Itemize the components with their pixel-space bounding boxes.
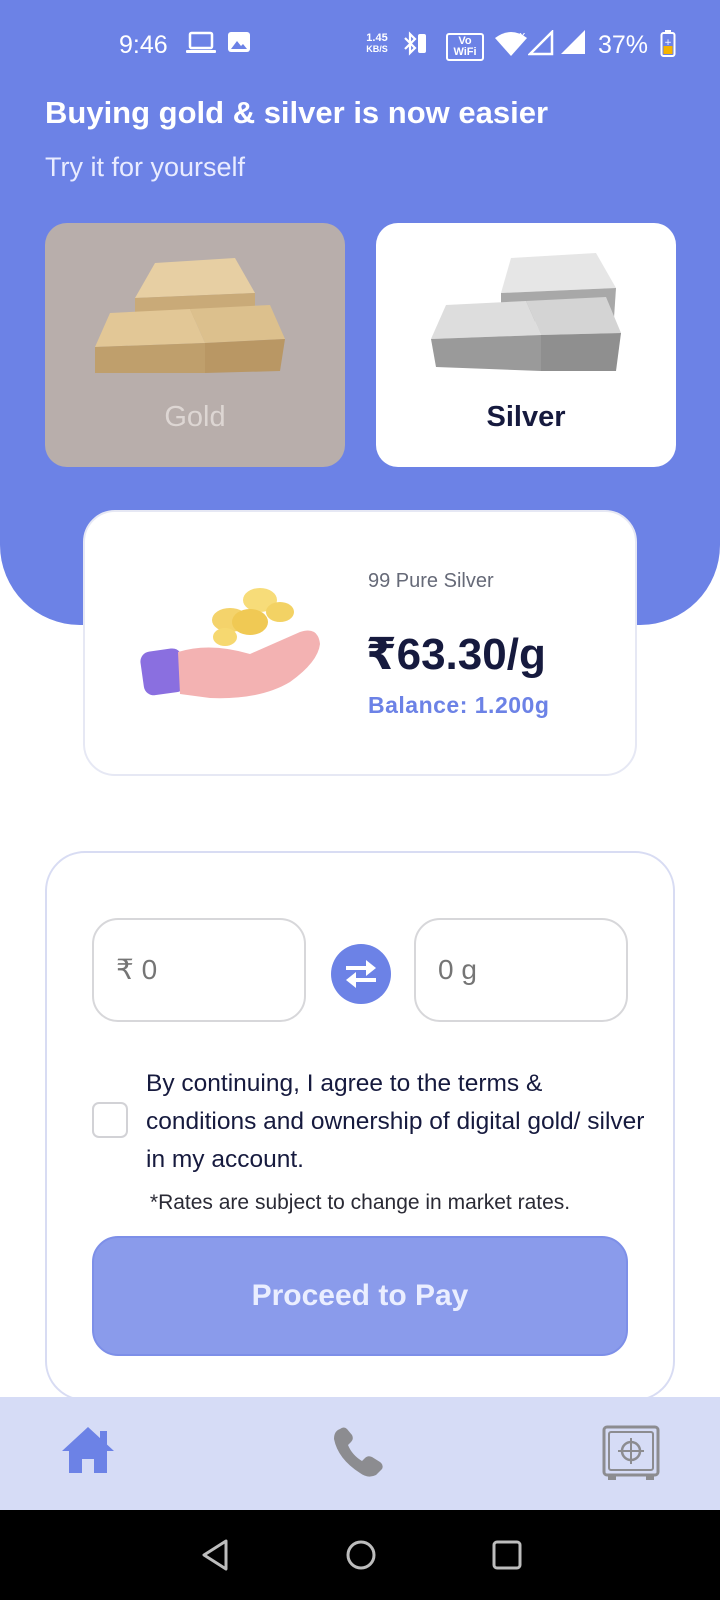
battery-icon: + [660,30,676,57]
metal-label-silver: Silver [486,401,566,433]
metal-option-silver[interactable]: Silver [376,223,676,467]
vault-icon[interactable] [602,1425,660,1481]
vowifi-badge: Vo WiFi [446,33,484,61]
gram-amount-input[interactable] [414,918,628,1022]
svg-text:+: + [664,38,672,48]
purchase-form: By continuing, I agree to the terms & co… [45,851,675,1401]
network-speed: 1.45 KB/S [366,32,388,55]
hand-coins-icon [140,588,320,699]
home-icon[interactable] [60,1425,116,1475]
bottom-nav [0,1397,720,1510]
page-subtitle: Try it for yourself [45,152,246,182]
status-time: 9:46 [119,31,168,59]
phone-icon[interactable] [330,1425,388,1479]
back-icon[interactable] [200,1538,230,1572]
rates-note: *Rates are subject to change in market r… [149,1191,571,1214]
metal-option-gold[interactable]: Gold [45,223,345,467]
bluetooth-vibrate-icon [404,31,426,56]
status-bar: 9:46 1.45 KB/S Vo WiFi x 37% + [0,0,720,92]
price-card: 99 Pure Silver ₹63.30/g Balance: 1.200g [83,510,637,776]
svg-text:x: x [519,30,526,42]
proceed-to-pay-button[interactable]: Proceed to Pay [92,1236,628,1356]
page-title: Buying gold & silver is now easier [45,95,549,130]
purity-label: 99 Pure Silver [368,570,494,592]
image-icon [228,32,250,52]
terms-checkbox[interactable] [92,1102,128,1138]
metal-label-gold: Gold [164,401,226,433]
battery-percent: 37% [598,31,649,59]
signal-icon-1 [528,30,554,56]
recents-icon[interactable] [490,1538,524,1572]
home-system-icon[interactable] [344,1538,378,1572]
system-nav-bar [0,1510,720,1600]
gold-bars-icon [95,258,285,373]
silver-bars-icon [431,253,621,371]
swap-arrows-icon [346,960,376,988]
balance-label: Balance: 1.200g [368,692,550,718]
terms-text: By continuing, I agree to the terms & co… [146,1070,645,1173]
swap-button[interactable] [331,944,391,1004]
price-per-gram: ₹63.30/g [366,630,546,679]
laptop-icon [186,31,216,53]
signal-icon-2 [561,30,585,54]
wifi-icon: x [495,30,527,56]
rupee-amount-input[interactable] [92,918,306,1022]
